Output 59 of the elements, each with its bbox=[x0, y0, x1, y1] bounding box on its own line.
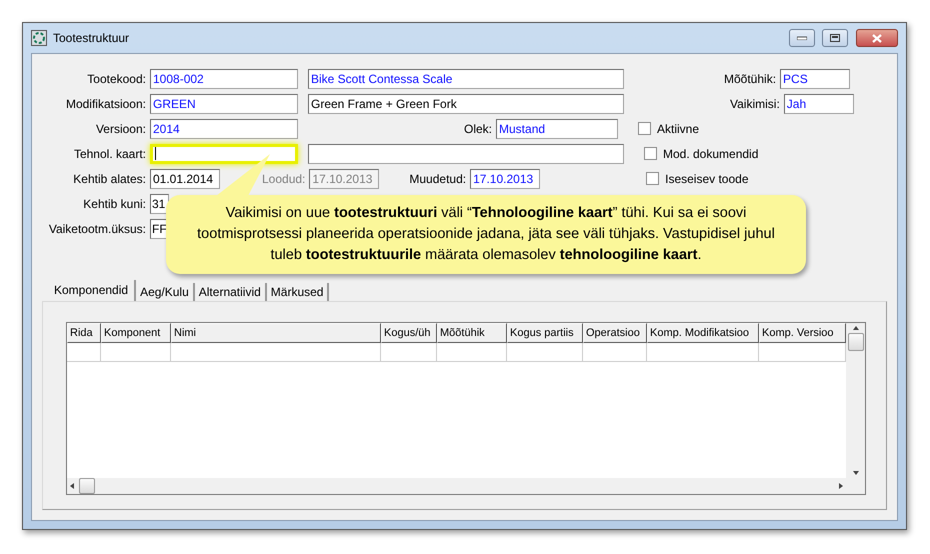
checkbox-label: Aktiivne bbox=[657, 122, 700, 136]
input-field[interactable]: 17.10.2013 bbox=[470, 168, 540, 188]
input-field[interactable]: PCS bbox=[780, 68, 850, 88]
table-cell[interactable] bbox=[507, 343, 583, 362]
column-header[interactable]: Kogus partiis bbox=[507, 323, 583, 343]
column-header[interactable]: Nimi bbox=[171, 323, 381, 343]
input-field[interactable]: GREEN bbox=[150, 94, 298, 114]
table-cell[interactable] bbox=[437, 343, 507, 362]
input-field[interactable]: Mustand bbox=[496, 118, 618, 138]
field-label: Muudetud: bbox=[409, 172, 468, 186]
checkbox-label: Iseseisev toode bbox=[665, 172, 748, 186]
input-field[interactable]: Jah bbox=[784, 94, 854, 114]
table-cell[interactable] bbox=[171, 343, 381, 362]
checkbox-label: Mod. dokumendid bbox=[663, 146, 758, 160]
field-label: Tehnol. kaart: bbox=[72, 146, 147, 160]
minimize-icon bbox=[797, 36, 807, 40]
field-label: Vaikimisi: bbox=[730, 96, 781, 110]
field-label: Olek: bbox=[464, 122, 494, 136]
column-header[interactable]: Mõõtühik bbox=[437, 323, 507, 343]
input-field[interactable]: Green Frame + Green Fork bbox=[308, 94, 624, 114]
scroll-thumb[interactable] bbox=[848, 333, 864, 351]
field-label: Modifikatsioon: bbox=[64, 96, 147, 110]
field-label: Loodud: bbox=[262, 172, 306, 186]
field-label: Kehtib kuni: bbox=[82, 196, 147, 210]
column-header[interactable]: Komp. Modifikatsioo bbox=[647, 323, 759, 343]
input-field[interactable]: Bike Scott Contessa Scale bbox=[308, 68, 624, 88]
table-cell[interactable] bbox=[67, 343, 101, 362]
column-header[interactable]: Komponent bbox=[101, 323, 171, 343]
window-title: Tootestruktuur bbox=[53, 31, 130, 45]
scroll-thumb[interactable] bbox=[79, 478, 95, 494]
maximize-button[interactable] bbox=[822, 29, 848, 47]
column-header[interactable]: Komp. Versioo bbox=[759, 323, 846, 343]
app-icon bbox=[31, 30, 47, 46]
column-header[interactable]: Kogus/üh bbox=[381, 323, 437, 343]
input-field[interactable]: 2014 bbox=[150, 118, 298, 138]
maximize-icon bbox=[830, 34, 840, 42]
vertical-scrollbar[interactable] bbox=[846, 323, 865, 478]
checkbox[interactable] bbox=[644, 147, 657, 160]
input-field[interactable]: 1008-002 bbox=[150, 68, 298, 88]
checkbox[interactable] bbox=[646, 172, 660, 185]
field-label: Mõõtühik: bbox=[724, 72, 778, 86]
close-icon bbox=[872, 34, 882, 42]
table-cell[interactable] bbox=[381, 343, 437, 362]
close-button[interactable] bbox=[856, 29, 898, 47]
table-cell[interactable] bbox=[583, 343, 647, 362]
input-field[interactable] bbox=[308, 144, 624, 164]
field-label: Vaiketootm.üksus: bbox=[48, 222, 147, 236]
input-field[interactable]: 31 bbox=[150, 194, 169, 214]
field-label: Kehtib alates: bbox=[72, 172, 147, 186]
field-label: Tootekood: bbox=[86, 72, 147, 86]
checkbox[interactable] bbox=[638, 122, 652, 135]
table-cell[interactable] bbox=[101, 343, 171, 362]
minimize-button[interactable] bbox=[789, 29, 815, 47]
field-label: Versioon: bbox=[94, 122, 147, 136]
callout-text: Vaikimisi on uue tootestruktuuri väli “Tehnoloogiline kaart” tühi. Kui sa ei soovi tootmisprotsessi planeerida operatsioonide jadana, jäta see väli tühjaks. Vastupidisel juhul tuleb tootestruktuurile määrata olemasolev tehnoloogiline kaart. bbox=[197, 205, 775, 263]
input-field[interactable]: 01.01.2014 bbox=[150, 168, 220, 188]
column-header[interactable]: Operatsioo bbox=[583, 323, 647, 343]
table-cell[interactable] bbox=[647, 343, 759, 362]
column-header[interactable]: Rida bbox=[67, 323, 101, 343]
